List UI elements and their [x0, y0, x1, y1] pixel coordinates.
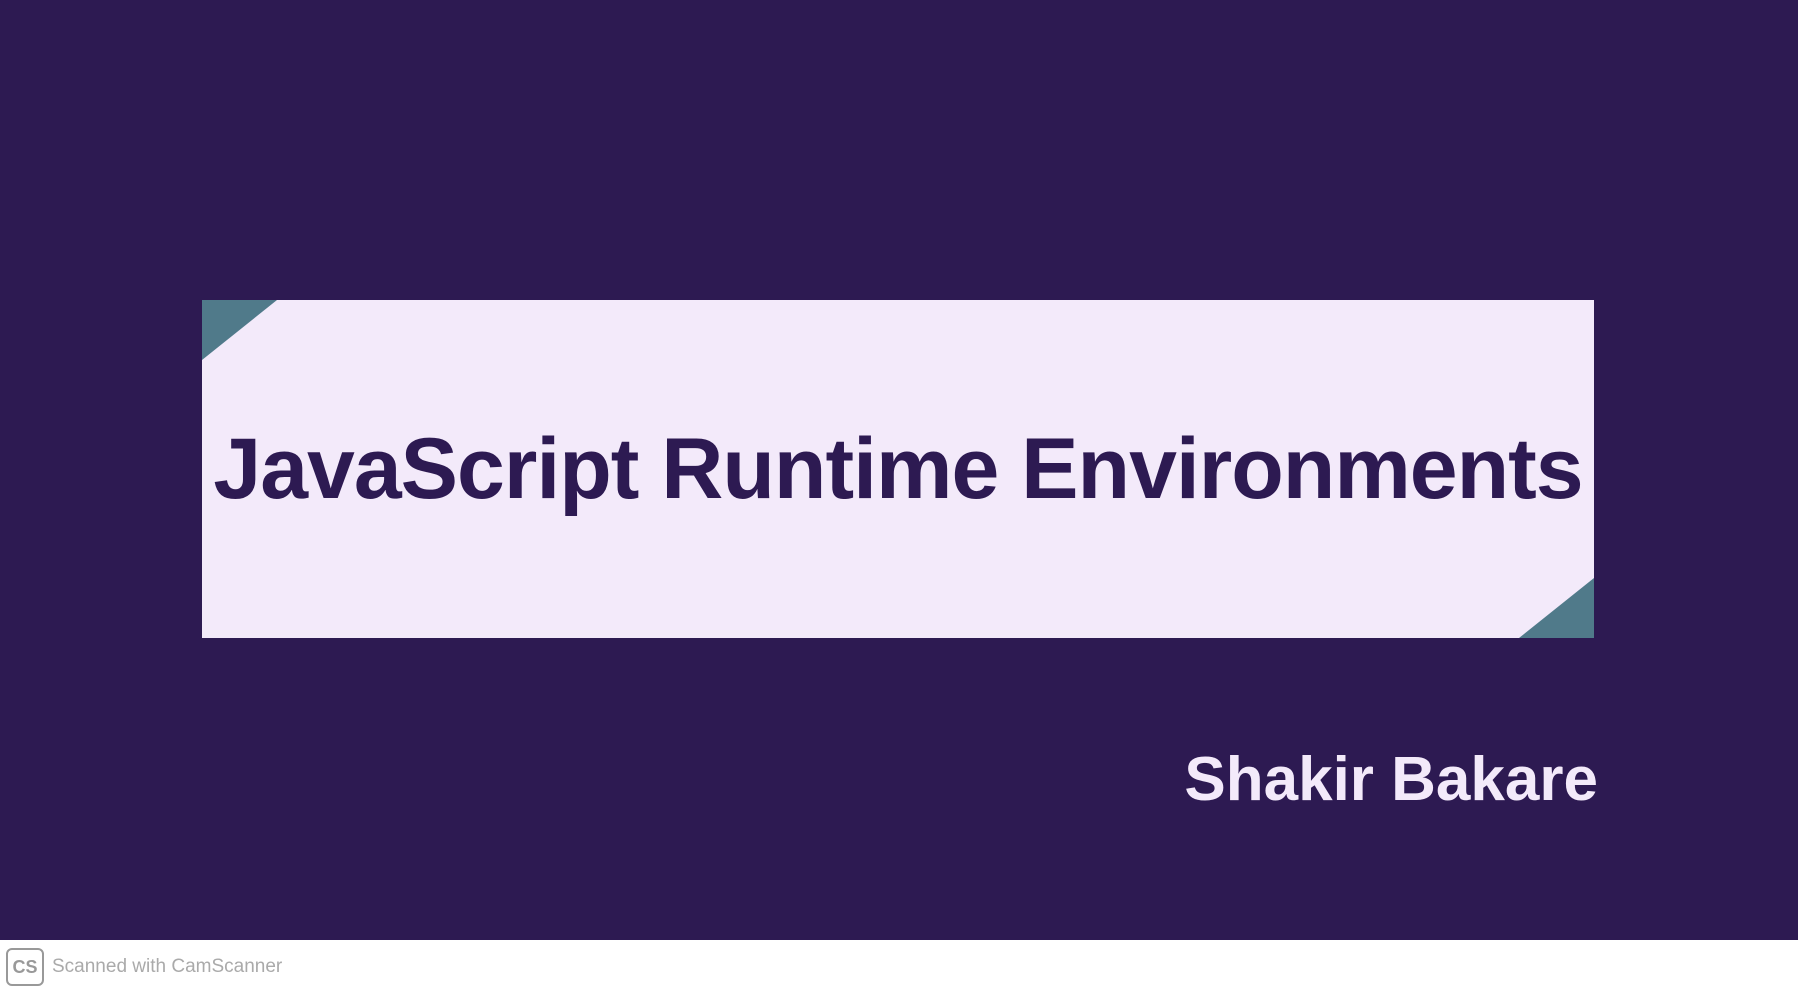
slide-container: JavaScript Runtime Environments Shakir B… — [0, 0, 1798, 940]
camscanner-badge-icon: CS — [6, 948, 44, 986]
slide-title: JavaScript Runtime Environments — [213, 420, 1582, 519]
title-box: JavaScript Runtime Environments — [202, 300, 1594, 638]
footer-text: Scanned with CamScanner — [52, 956, 282, 978]
footer-bar: CS Scanned with CamScanner — [0, 940, 1798, 994]
author-name: Shakir Bakare — [1184, 744, 1598, 815]
